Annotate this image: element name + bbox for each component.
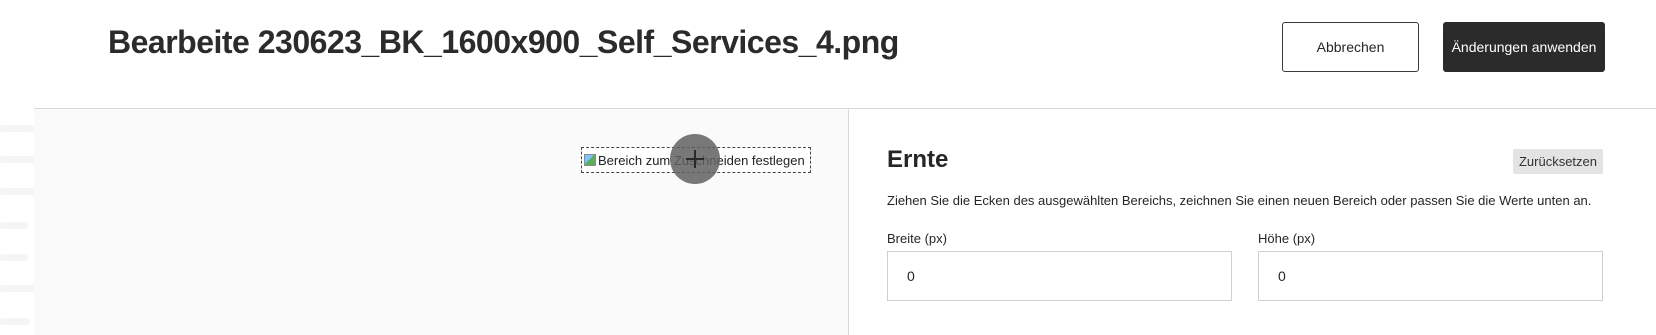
width-label: Breite (px) — [887, 231, 947, 246]
broken-image-icon — [584, 154, 596, 166]
cancel-button[interactable]: Abbrechen — [1282, 22, 1419, 72]
crop-panel-title: Ernte — [887, 146, 949, 173]
apply-changes-button[interactable]: Änderungen anwenden — [1443, 22, 1605, 72]
reset-button[interactable]: Zurücksetzen — [1513, 149, 1603, 174]
page-title: Bearbeite 230623_BK_1600x900_Self_Servic… — [108, 24, 899, 60]
crop-panel: Ernte Zurücksetzen Ziehen Sie die Ecken … — [849, 109, 1656, 335]
crop-instructions: Ziehen Sie die Ecken des ausgewählten Be… — [887, 193, 1592, 208]
height-input[interactable] — [1258, 251, 1603, 301]
dialog-header: Bearbeite 230623_BK_1600x900_Self_Servic… — [0, 0, 1656, 109]
height-label: Höhe (px) — [1258, 231, 1316, 246]
image-preview-area[interactable]: Bereich zum Zuschneiden festlegen — [34, 109, 849, 335]
width-input[interactable] — [887, 251, 1232, 301]
crosshair-cursor-icon[interactable] — [670, 134, 720, 184]
